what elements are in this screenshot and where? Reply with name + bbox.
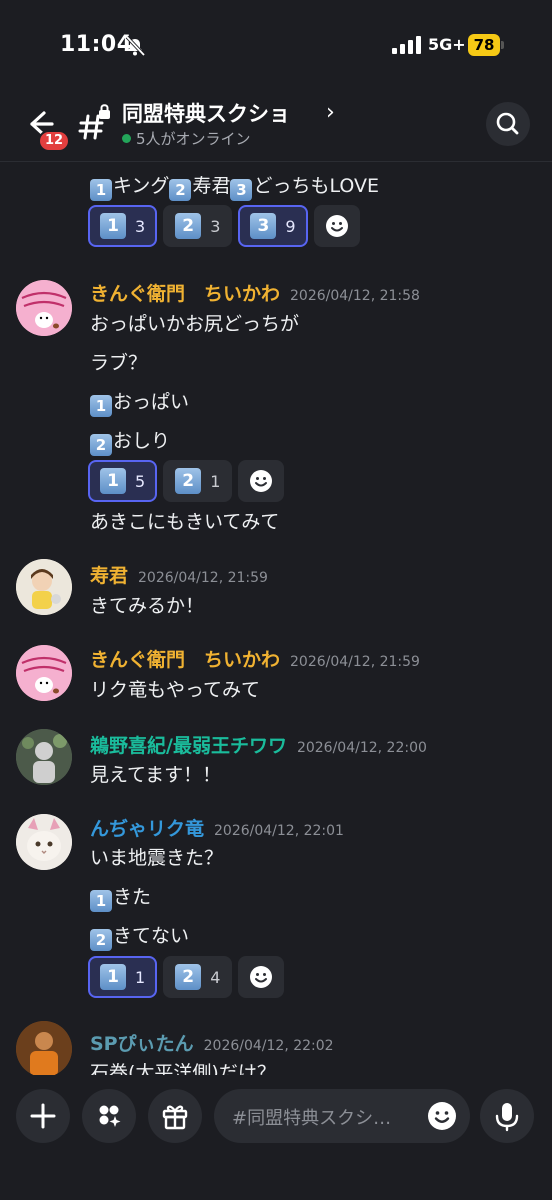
plus-icon — [30, 1103, 56, 1129]
add-reaction-button[interactable] — [238, 460, 285, 502]
timestamp: 2026/04/12, 21:59 — [290, 654, 420, 670]
battery-level: 78 — [473, 36, 495, 54]
network-type: 5G+ — [428, 35, 466, 54]
avatar[interactable] — [16, 729, 72, 785]
message-text: きてみるか！ — [90, 595, 205, 617]
message-text: 2 きてない — [90, 921, 189, 951]
reaction-2[interactable]: 24 — [163, 956, 233, 998]
bell-off-icon — [125, 36, 146, 56]
avatar[interactable] — [16, 814, 72, 870]
composer-bar: #同盟特典スクシ… — [0, 1075, 552, 1200]
channel-header: 12 同盟特典スクショ › 5人がオンライン — [0, 90, 552, 162]
message-text: 1 きた — [90, 882, 151, 912]
message-author[interactable]: きんぐ衛門 ちいかわ 2026/04/12, 21:59 — [90, 645, 420, 672]
voice-message-button[interactable] — [480, 1089, 534, 1143]
add-reaction-button[interactable] — [238, 956, 285, 998]
chiikawa-avatar-image — [16, 645, 72, 701]
microphone-icon — [495, 1103, 519, 1132]
chevron-right-icon[interactable]: › — [326, 100, 335, 125]
message-text: 見えてます！！ — [90, 764, 222, 786]
avatar[interactable] — [16, 280, 72, 336]
message-input[interactable]: #同盟特典スクシ… — [214, 1089, 470, 1143]
message-text: 1 キング 2 寿君 3 どっちもLOVE — [90, 171, 379, 201]
timestamp: 2026/04/12, 22:01 — [214, 823, 344, 839]
avatar[interactable] — [16, 1021, 72, 1075]
apps-sparkle-icon — [99, 1105, 121, 1127]
clock: 11:04 — [60, 32, 133, 57]
reaction-2[interactable]: 23 — [163, 205, 233, 247]
message-author[interactable]: 鵜野喜紀/最弱王チワワ 2026/04/12, 22:00 — [90, 731, 427, 758]
add-attachment-button[interactable] — [16, 1089, 70, 1143]
reaction-1[interactable]: 13 — [88, 205, 158, 247]
search-icon — [496, 112, 519, 135]
reaction-1[interactable]: 11 — [88, 956, 158, 998]
search-button[interactable] — [486, 102, 530, 146]
message-text: リク竜もやってみて — [90, 679, 261, 701]
message-text: 石巻(太平洋側)だけ？ — [90, 1062, 276, 1075]
message-text: あきこにもきいてみて — [90, 511, 280, 533]
add-reaction-button[interactable] — [313, 205, 360, 247]
timestamp: 2026/04/12, 22:02 — [203, 1038, 334, 1054]
user-photo-avatar-image — [16, 559, 72, 615]
online-dot-icon — [122, 134, 131, 143]
reaction-3[interactable]: 39 — [238, 205, 308, 247]
battery-icon: 78 — [468, 34, 504, 56]
avatar[interactable] — [16, 645, 72, 701]
online-count: 5人がオンライン — [122, 128, 251, 149]
message-author[interactable]: んぢゃリク竜 2026/04/12, 22:01 — [90, 814, 344, 841]
emoji-icon[interactable] — [426, 1100, 458, 1132]
message-text: おっぱいかお尻どっちが — [90, 313, 300, 335]
channel-title[interactable]: 同盟特典スクショ — [122, 98, 290, 128]
message-input-placeholder: #同盟特典スクシ… — [232, 1108, 392, 1129]
smiley-icon — [325, 215, 348, 237]
message-author[interactable]: 寿君 2026/04/12, 21:59 — [90, 561, 268, 588]
message-text: いま地震きた？ — [90, 847, 224, 869]
reaction-bar: 15 21 — [88, 460, 285, 502]
signal-icon — [392, 36, 421, 54]
smiley-icon — [250, 966, 273, 988]
timestamp: 2026/04/12, 21:58 — [290, 288, 420, 304]
user-photo-avatar-image — [16, 729, 72, 785]
status-bar: 11:04 5G+ 78 — [0, 0, 552, 90]
reaction-2[interactable]: 21 — [163, 460, 233, 502]
message-author[interactable]: SPぴぃたん 2026/04/12, 22:02 — [90, 1029, 334, 1056]
smiley-icon — [250, 470, 273, 492]
chiikawa-avatar-image — [16, 280, 72, 336]
message-text: 2 おしり — [90, 426, 170, 456]
gift-icon — [162, 1105, 188, 1130]
message-list[interactable]: 1 キング 2 寿君 3 どっちもLOVE 13 23 39 きんぐ衛門 ちいかわ 2026… — [0, 163, 552, 1075]
message-text: ラブ？ — [90, 352, 148, 374]
timestamp: 2026/04/12, 22:00 — [296, 740, 427, 756]
reaction-bar: 11 24 — [88, 956, 285, 998]
message-author[interactable]: きんぐ衛門 ちいかわ 2026/04/12, 21:58 — [90, 279, 420, 306]
timestamp: 2026/04/12, 21:59 — [138, 570, 268, 586]
gift-button[interactable] — [148, 1089, 202, 1143]
cat-avatar-image — [16, 814, 72, 870]
reaction-bar: 13 23 39 — [88, 205, 360, 247]
locked-channel-hash-icon — [78, 104, 110, 140]
unread-badge: 12 — [38, 130, 70, 152]
message-text: 1 おっぱい — [90, 387, 189, 417]
reaction-1[interactable]: 15 — [88, 460, 158, 502]
user-photo-avatar-image — [16, 1021, 72, 1075]
apps-button[interactable] — [82, 1089, 136, 1143]
avatar[interactable] — [16, 559, 72, 615]
